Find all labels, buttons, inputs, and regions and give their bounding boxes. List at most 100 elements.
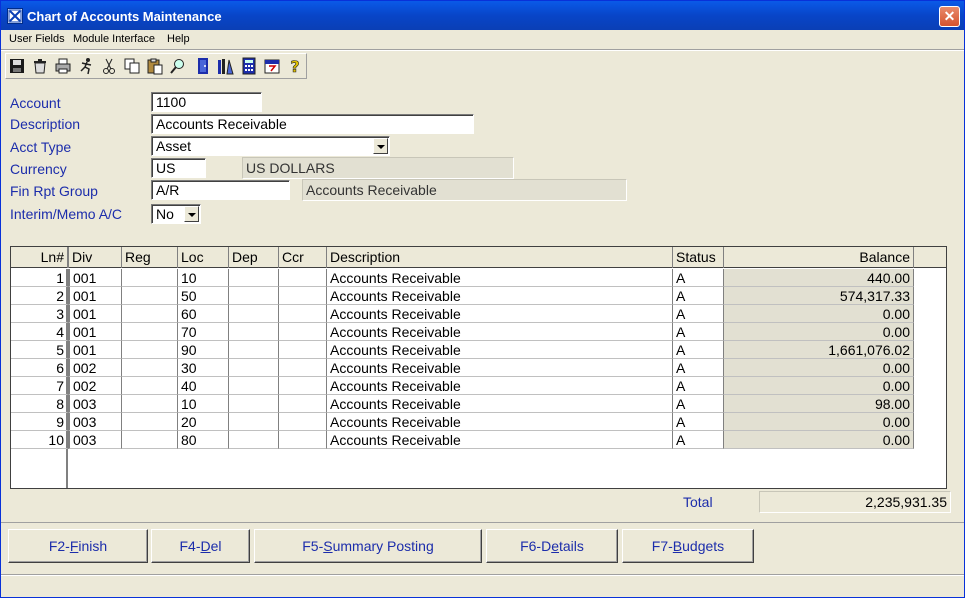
cell-ccr[interactable] [279, 287, 327, 305]
col-header-balance[interactable]: Balance [724, 247, 914, 268]
cell-balance[interactable]: 0.00 [724, 305, 914, 323]
chevron-down-icon[interactable] [373, 138, 388, 154]
cell-loc[interactable]: 50 [178, 287, 229, 305]
cell-dep[interactable] [229, 323, 279, 341]
table-row[interactable]: 7 002 40 Accounts Receivable A 0.00 [11, 377, 914, 395]
cell-balance[interactable]: 0.00 [724, 431, 914, 449]
cell-div[interactable]: 001 [68, 287, 122, 305]
table-row[interactable]: 8 003 10 Accounts Receivable A 98.00 [11, 395, 914, 413]
table-row[interactable]: 3 001 60 Accounts Receivable A 0.00 [11, 305, 914, 323]
cell-dep[interactable] [229, 377, 279, 395]
menu-help[interactable]: Help [167, 33, 190, 45]
exit-door-icon[interactable] [194, 57, 212, 75]
budgets-button[interactable]: F7-Budgets [622, 529, 754, 563]
col-header-status[interactable]: Status [673, 247, 724, 268]
menu-user-fields[interactable]: User Fields [9, 33, 65, 45]
cell-status[interactable]: A [673, 323, 724, 341]
close-button[interactable]: ✕ [939, 6, 960, 27]
table-row[interactable]: 5 001 90 Accounts Receivable A 1,661,076.02 [11, 341, 914, 359]
cell-div[interactable]: 003 [68, 395, 122, 413]
cell-ccr[interactable] [279, 305, 327, 323]
col-header-ccr[interactable]: Ccr [279, 247, 327, 268]
cell-loc[interactable]: 90 [178, 341, 229, 359]
cell-ln[interactable]: 3 [11, 305, 68, 323]
help-icon[interactable]: ? [286, 57, 304, 75]
cell-balance[interactable]: 1,661,076.02 [724, 341, 914, 359]
cell-dep[interactable] [229, 431, 279, 449]
finish-button[interactable]: F2-Finish [8, 529, 148, 563]
cell-ln[interactable]: 8 [11, 395, 68, 413]
cell-reg[interactable] [122, 341, 178, 359]
cell-reg[interactable] [122, 431, 178, 449]
title-bar[interactable]: Chart of Accounts Maintenance ✕ [1, 1, 964, 30]
cell-balance[interactable]: 0.00 [724, 323, 914, 341]
cell-div[interactable]: 001 [68, 323, 122, 341]
description-field[interactable]: Accounts Receivable [151, 114, 474, 134]
cell-reg[interactable] [122, 377, 178, 395]
cell-reg[interactable] [122, 359, 178, 377]
cell-reg[interactable] [122, 287, 178, 305]
cell-dep[interactable] [229, 287, 279, 305]
cell-loc[interactable]: 70 [178, 323, 229, 341]
cell-description[interactable]: Accounts Receivable [327, 269, 673, 287]
calendar-icon[interactable] [263, 57, 281, 75]
calculator-icon[interactable] [240, 57, 258, 75]
cell-loc[interactable]: 20 [178, 413, 229, 431]
cell-div[interactable]: 002 [68, 377, 122, 395]
cell-ln[interactable]: 10 [11, 431, 68, 449]
cell-status[interactable]: A [673, 359, 724, 377]
table-row[interactable]: 9 003 20 Accounts Receivable A 0.00 [11, 413, 914, 431]
cell-dep[interactable] [229, 341, 279, 359]
cell-ccr[interactable] [279, 431, 327, 449]
cell-div[interactable]: 003 [68, 413, 122, 431]
cell-ln[interactable]: 5 [11, 341, 68, 359]
cell-status[interactable]: A [673, 287, 724, 305]
cell-ln[interactable]: 1 [11, 269, 68, 287]
cell-status[interactable]: A [673, 431, 724, 449]
find-icon[interactable] [169, 57, 187, 75]
cell-ccr[interactable] [279, 341, 327, 359]
acct-type-select[interactable]: Asset [151, 136, 390, 156]
cell-ccr[interactable] [279, 269, 327, 287]
print-icon[interactable] [54, 57, 72, 75]
cell-ln[interactable]: 7 [11, 377, 68, 395]
cell-reg[interactable] [122, 305, 178, 323]
cell-status[interactable]: A [673, 377, 724, 395]
cell-dep[interactable] [229, 395, 279, 413]
fin-rpt-group-field[interactable]: A/R [151, 180, 290, 200]
cell-ccr[interactable] [279, 395, 327, 413]
cell-balance[interactable]: 0.00 [724, 413, 914, 431]
cell-status[interactable]: A [673, 341, 724, 359]
run-icon[interactable] [77, 57, 95, 75]
cell-balance[interactable]: 98.00 [724, 395, 914, 413]
accounts-grid[interactable]: Ln# Div Reg Loc Dep Ccr Description Stat… [10, 246, 947, 489]
cell-description[interactable]: Accounts Receivable [327, 395, 673, 413]
cell-status[interactable]: A [673, 395, 724, 413]
col-header-description[interactable]: Description [327, 247, 673, 268]
cell-balance[interactable]: 0.00 [724, 359, 914, 377]
table-row[interactable]: 1 001 10 Accounts Receivable A 440.00 [11, 269, 914, 287]
table-row[interactable]: 2 001 50 Accounts Receivable A 574,317.33 [11, 287, 914, 305]
col-header-ln[interactable]: Ln# [11, 247, 68, 268]
table-row[interactable]: 10 003 80 Accounts Receivable A 0.00 [11, 431, 914, 449]
cell-div[interactable]: 001 [68, 341, 122, 359]
cell-dep[interactable] [229, 413, 279, 431]
cell-loc[interactable]: 10 [178, 395, 229, 413]
recycle-bin-icon[interactable] [31, 57, 49, 75]
cell-description[interactable]: Accounts Receivable [327, 341, 673, 359]
summary-posting-button[interactable]: F5-Summary Posting [254, 529, 482, 563]
paste-icon[interactable] [146, 57, 164, 75]
cell-loc[interactable]: 60 [178, 305, 229, 323]
books-icon[interactable] [216, 57, 234, 75]
table-row[interactable]: 6 002 30 Accounts Receivable A 0.00 [11, 359, 914, 377]
cell-div[interactable]: 001 [68, 305, 122, 323]
cell-description[interactable]: Accounts Receivable [327, 323, 673, 341]
cell-dep[interactable] [229, 359, 279, 377]
currency-code-field[interactable]: US [151, 158, 206, 178]
cell-ln[interactable]: 9 [11, 413, 68, 431]
cell-balance[interactable]: 0.00 [724, 377, 914, 395]
cell-balance[interactable]: 574,317.33 [724, 287, 914, 305]
cut-icon[interactable] [100, 57, 118, 75]
cell-description[interactable]: Accounts Receivable [327, 305, 673, 323]
cell-description[interactable]: Accounts Receivable [327, 431, 673, 449]
